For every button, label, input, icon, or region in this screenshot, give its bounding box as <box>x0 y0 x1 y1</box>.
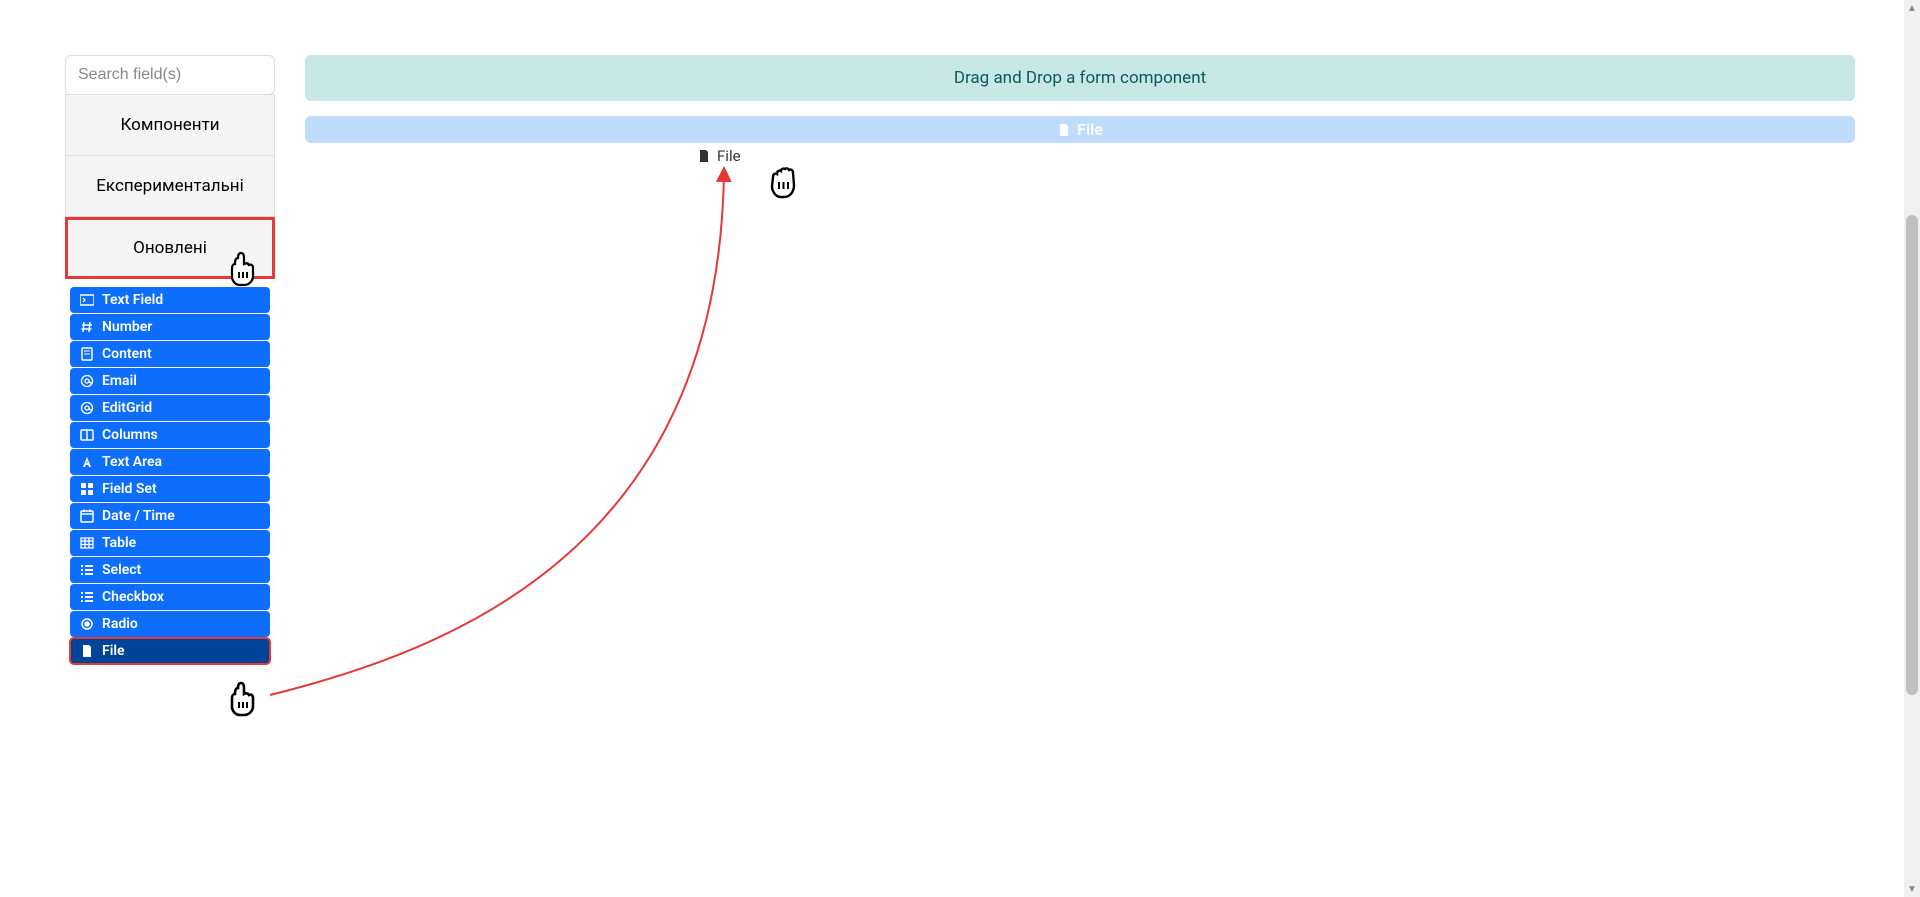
main-area: Drag and Drop a form component File <box>305 55 1855 665</box>
component-label: Number <box>102 319 152 335</box>
file-icon <box>1057 123 1071 137</box>
sidebar: Компоненти Експериментальні Оновлені Tex… <box>65 55 275 665</box>
component-list: Text Field Number Content Email EditGrid… <box>70 287 270 664</box>
category-experimental[interactable]: Експериментальні <box>65 156 275 217</box>
component-item-textarea[interactable]: Text Area <box>70 449 270 475</box>
search-input[interactable] <box>65 55 275 95</box>
category-components[interactable]: Компоненти <box>65 94 275 156</box>
component-item-radio[interactable]: Radio <box>70 611 270 637</box>
font-icon <box>80 455 94 469</box>
component-label: Table <box>102 535 136 551</box>
component-item-select[interactable]: Select <box>70 557 270 583</box>
component-label: Columns <box>102 427 158 443</box>
at-icon <box>80 374 94 388</box>
component-item-table[interactable]: Table <box>70 530 270 556</box>
file-icon <box>80 644 94 658</box>
component-label: Radio <box>102 616 138 632</box>
component-label: Select <box>102 562 141 578</box>
grid-icon <box>80 482 94 496</box>
columns-icon <box>80 428 94 442</box>
scrollbar-thumb[interactable] <box>1906 215 1918 695</box>
component-item-textfield[interactable]: Text Field <box>70 287 270 313</box>
component-label: Email <box>102 373 137 389</box>
scrollbar-up-arrow[interactable]: ▲ <box>1904 0 1920 16</box>
component-label: Checkbox <box>102 589 164 605</box>
component-label: Text Area <box>102 454 162 470</box>
drag-ghost-label: File <box>717 147 741 165</box>
component-label: Field Set <box>102 481 157 497</box>
hash-icon <box>80 320 94 334</box>
component-label: Text Field <box>102 292 163 308</box>
component-item-columns[interactable]: Columns <box>70 422 270 448</box>
drop-zone-text: Drag and Drop a form component <box>954 68 1206 88</box>
category-label: Компоненти <box>120 115 219 135</box>
check-icon <box>80 590 94 604</box>
component-item-datetime[interactable]: Date / Time <box>70 503 270 529</box>
radio-icon <box>80 617 94 631</box>
component-item-email[interactable]: Email <box>70 368 270 394</box>
drop-target-file[interactable]: File <box>305 116 1855 143</box>
file-icon <box>697 149 711 163</box>
drop-target-label: File <box>1077 120 1103 139</box>
scrollbar-down-arrow[interactable]: ▼ <box>1904 881 1920 897</box>
component-label: EditGrid <box>102 400 152 416</box>
component-item-number[interactable]: Number <box>70 314 270 340</box>
drop-zone[interactable]: Drag and Drop a form component <box>305 55 1855 101</box>
component-label: Content <box>102 346 152 362</box>
component-item-checkbox[interactable]: Checkbox <box>70 584 270 610</box>
category-label: Оновлені <box>133 238 207 258</box>
table-icon <box>80 536 94 550</box>
component-item-editgrid[interactable]: EditGrid <box>70 395 270 421</box>
component-item-fieldset[interactable]: Field Set <box>70 476 270 502</box>
terminal-icon <box>80 293 94 307</box>
drag-ghost: File <box>697 147 741 165</box>
page-icon <box>80 347 94 361</box>
category-label: Експериментальні <box>96 176 244 196</box>
component-item-file[interactable]: File <box>70 638 270 664</box>
component-item-content[interactable]: Content <box>70 341 270 367</box>
calendar-icon <box>80 509 94 523</box>
at-icon <box>80 401 94 415</box>
component-label: File <box>102 643 125 659</box>
list-icon <box>80 563 94 577</box>
component-label: Date / Time <box>102 508 175 524</box>
category-updated[interactable]: Оновлені <box>65 217 275 279</box>
